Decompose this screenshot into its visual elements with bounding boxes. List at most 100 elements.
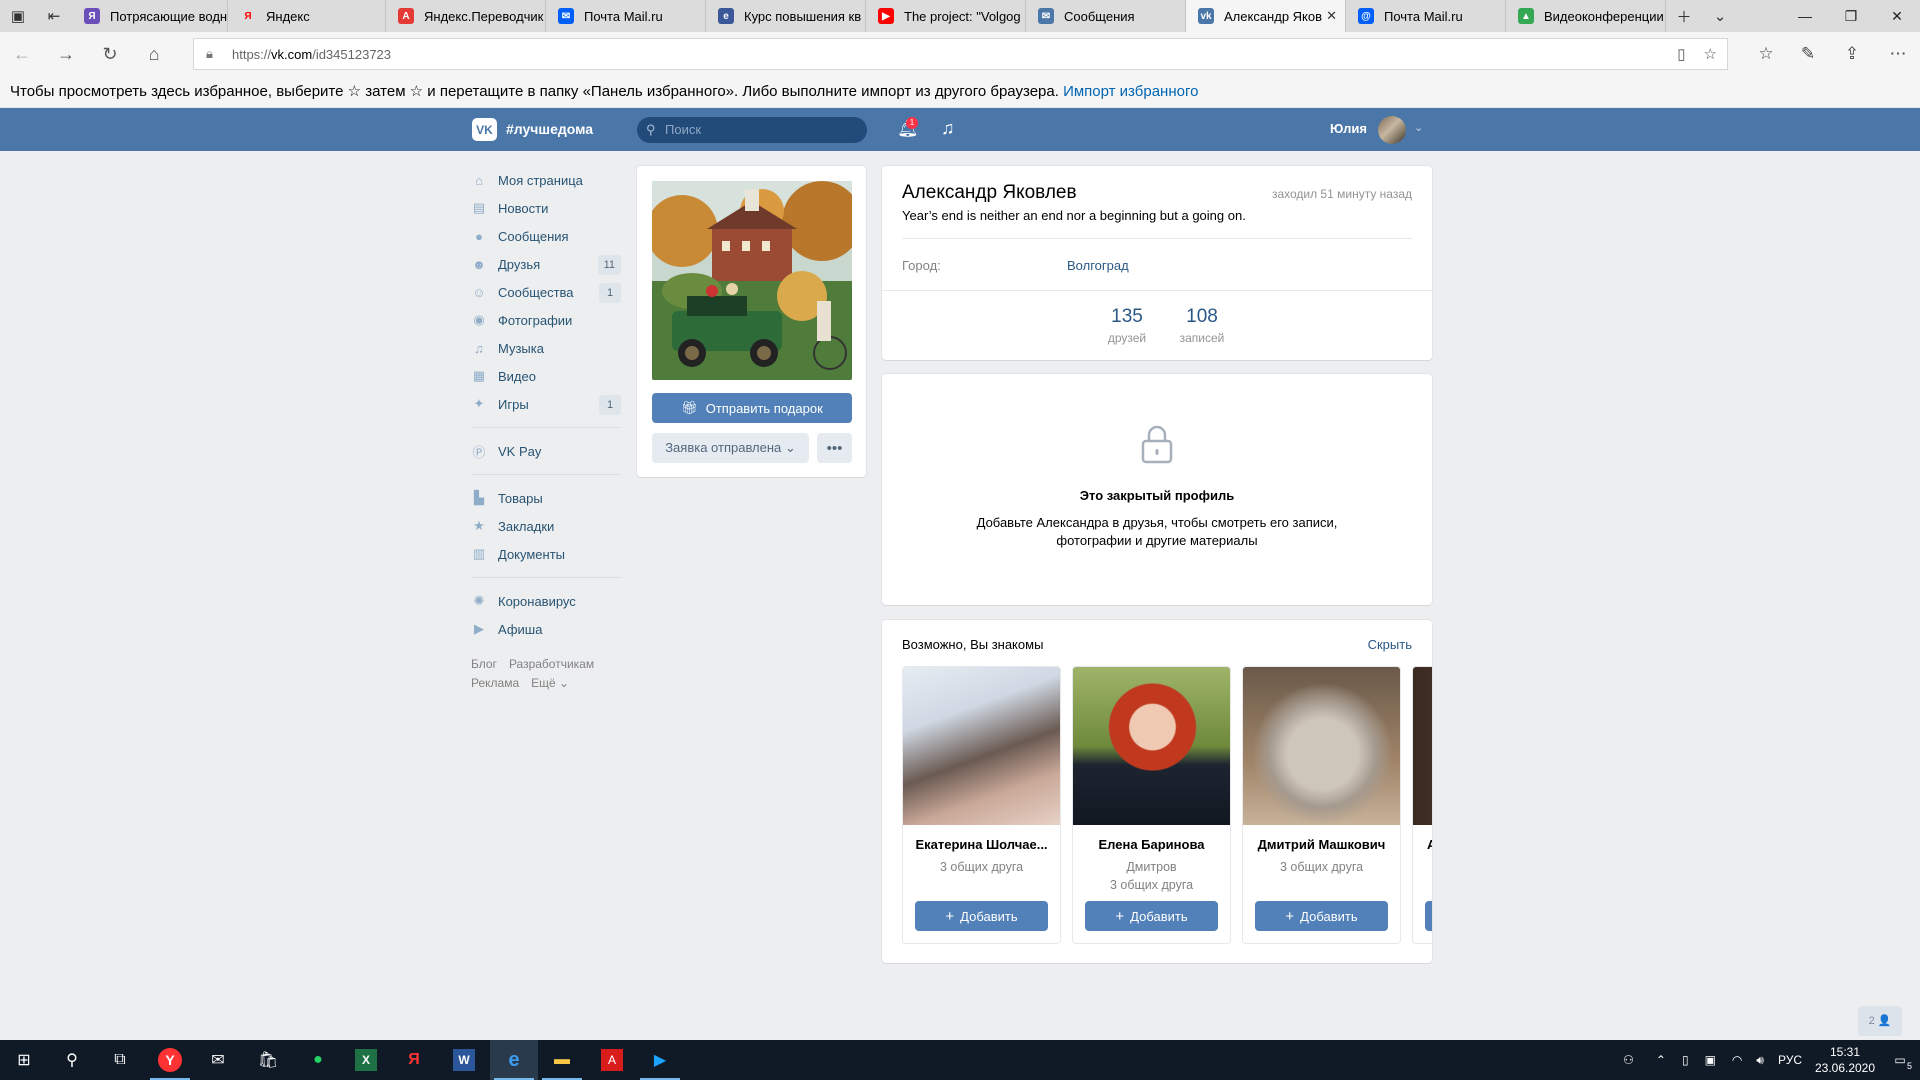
web-note-icon[interactable]: ✎ <box>1788 32 1828 76</box>
acrobat-icon[interactable]: A <box>588 1040 636 1080</box>
video-app-icon[interactable]: ▶ <box>636 1040 684 1080</box>
tab-8-active[interactable]: vk Александр Яков ✕ <box>1186 0 1346 32</box>
tab-1[interactable]: Я Потрясающие водн <box>72 0 228 32</box>
whatsapp-icon[interactable]: ● <box>294 1040 342 1080</box>
suggestion-photo[interactable] <box>1413 667 1432 825</box>
menu-item-news[interactable]: ▤ Новости <box>471 194 621 222</box>
send-gift-button[interactable]: 🎁︎ Отправить подарок <box>652 393 852 423</box>
menu-item-home[interactable]: ⌂ Моя страница <box>471 166 621 194</box>
city-link[interactable]: Волгоград <box>1067 258 1129 273</box>
minimize-icon[interactable]: — <box>1782 0 1828 32</box>
tab-3[interactable]: A Яндекс.Переводчик <box>386 0 546 32</box>
input-language[interactable]: РУС <box>1778 1053 1802 1067</box>
vk-logo-icon[interactable]: VK <box>472 118 497 141</box>
tab-6[interactable]: ▶ The project: "Volgog <box>866 0 1026 32</box>
menu-item-games[interactable]: ✦ Игры 1 <box>471 390 621 418</box>
edge-browser-icon[interactable]: e <box>490 1040 538 1080</box>
store-icon[interactable]: 🛍︎ <box>244 1040 292 1080</box>
restore-icon[interactable]: ❐ <box>1828 0 1874 32</box>
add-friend-button[interactable] <box>1425 901 1432 931</box>
footer-link-developers[interactable]: Разработчикам <box>509 657 594 671</box>
word-icon[interactable]: W <box>440 1040 488 1080</box>
tab-2[interactable]: Я Яндекс <box>228 0 386 32</box>
tab-10[interactable]: ▲ Видеоконференции <box>1506 0 1666 32</box>
suggestion-photo[interactable] <box>1243 667 1400 825</box>
menu-item-coronavirus[interactable]: ✺ Коронавирус <box>471 587 621 615</box>
footer-link-more[interactable]: Ещё ⌄ <box>531 676 569 690</box>
stat-friends[interactable]: 135 друзей <box>1092 306 1162 345</box>
menu-item-messages[interactable]: ● Сообщения <box>471 222 621 250</box>
clock[interactable]: 15:31 23.06.2020 <box>1810 1044 1880 1076</box>
start-windows-icon[interactable]: ⊞ <box>0 1040 48 1080</box>
excel-icon[interactable]: X <box>342 1040 390 1080</box>
menu-item-music[interactable]: ♫ Музыка <box>471 334 621 362</box>
url-field[interactable]: 🔒︎ https://vk.com/id345123723 ▯ ☆ <box>193 38 1728 70</box>
menu-item-video[interactable]: ▦ Видео <box>471 362 621 390</box>
refresh-icon[interactable]: ↻ <box>88 44 132 65</box>
stat-posts[interactable]: 108 записей <box>1167 306 1237 345</box>
search-icon[interactable]: ⚲ <box>48 1040 96 1080</box>
wifi-icon[interactable]: ◠ <box>1732 1053 1742 1067</box>
hide-suggestions-link[interactable]: Скрыть <box>1368 637 1412 652</box>
user-menu-chevron-icon[interactable]: ⌄ <box>1414 121 1423 134</box>
new-tab-icon[interactable]: ＋ <box>1666 0 1702 32</box>
file-explorer-icon[interactable]: ▬ <box>538 1040 586 1080</box>
tab-list-chevron-icon[interactable]: ⌄ <box>1702 0 1738 32</box>
tab-9[interactable]: @ Почта Mail.ru <box>1346 0 1506 32</box>
volume-icon[interactable]: 🔊︎ <box>1756 1053 1764 1068</box>
suggestion-card[interactable]: А <box>1412 666 1432 944</box>
forward-icon[interactable]: → <box>44 44 88 65</box>
reading-view-icon[interactable]: ▯ <box>1677 45 1685 63</box>
close-window-icon[interactable]: ✕ <box>1874 0 1920 32</box>
more-actions-button[interactable]: ••• <box>817 433 852 463</box>
tab-preview-icon[interactable]: ▣ <box>0 0 36 32</box>
menu-item-documents[interactable]: ▥ Документы <box>471 540 621 568</box>
menu-item-vkpay[interactable]: Ⓟ VK Pay <box>471 437 621 465</box>
suggestion-card[interactable]: Дмитрий Машкович 3 общих друга + Добавить <box>1242 666 1401 944</box>
show-hidden-icons-chevron-icon[interactable]: ⌃ <box>1656 1053 1666 1067</box>
people-icon[interactable]: ⚇ <box>1623 1053 1634 1067</box>
tab-4[interactable]: ✉ Почта Mail.ru <box>546 0 706 32</box>
yandex-icon[interactable]: Я <box>390 1040 438 1080</box>
share-icon[interactable]: ⇪ <box>1832 32 1872 76</box>
header-hashtag[interactable]: #лучшедома <box>506 121 593 137</box>
menu-item-afisha[interactable]: ▶ Афиша <box>471 615 621 643</box>
back-icon[interactable]: ← <box>0 44 44 65</box>
battery-icon[interactable]: ▯ <box>1682 1053 1689 1067</box>
suggestion-name[interactable]: А <box>1413 837 1432 852</box>
suggestion-photo[interactable] <box>903 667 1060 825</box>
footer-link-blog[interactable]: Блог <box>471 657 497 671</box>
menu-item-photos[interactable]: ◉ Фотографии <box>471 306 621 334</box>
add-friend-button[interactable]: + Добавить <box>915 901 1048 931</box>
menu-item-communities[interactable]: ☺ Сообщества 1 <box>471 278 621 306</box>
import-favorites-link[interactable]: Импорт избранного <box>1063 83 1198 100</box>
home-icon[interactable]: ⌂ <box>132 44 176 65</box>
close-tab-icon[interactable]: ✕ <box>1326 8 1337 24</box>
footer-link-ads[interactable]: Реклама <box>471 676 519 690</box>
suggestion-name[interactable]: Екатерина Шолчае... <box>903 837 1060 852</box>
music-player-icon[interactable]: ♫ <box>941 118 955 139</box>
menu-item-friends[interactable]: ☻ Друзья 11 <box>471 250 621 278</box>
network-icon[interactable]: ▣ <box>1705 1053 1716 1067</box>
tab-5[interactable]: e Курс повышения кв <box>706 0 866 32</box>
user-name[interactable]: Юлия <box>1330 121 1367 136</box>
menu-item-goods[interactable]: ▙ Товары <box>471 484 621 512</box>
task-view-icon[interactable]: ⧉ <box>96 1040 144 1080</box>
set-aside-tabs-icon[interactable]: ⇤ <box>36 0 72 32</box>
yandex-browser-icon[interactable]: Y <box>146 1040 194 1080</box>
suggestion-card[interactable]: Екатерина Шолчае... 3 общих друга + Добав… <box>902 666 1061 944</box>
suggestion-name[interactable]: Елена Баринова <box>1073 837 1230 852</box>
tab-7[interactable]: ✉ Сообщения <box>1026 0 1186 32</box>
request-sent-button[interactable]: Заявка отправлена ⌄ <box>652 433 809 463</box>
mail-app-icon[interactable]: ✉ <box>194 1040 242 1080</box>
user-avatar[interactable] <box>1378 116 1406 144</box>
menu-item-bookmarks[interactable]: ★ Закладки <box>471 512 621 540</box>
suggestion-photo[interactable] <box>1073 667 1230 825</box>
profile-photo[interactable] <box>652 181 852 380</box>
add-friend-button[interactable]: + Добавить <box>1085 901 1218 931</box>
suggestion-name[interactable]: Дмитрий Машкович <box>1243 837 1400 852</box>
more-options-icon[interactable]: ⋯ <box>1878 32 1918 76</box>
suggestion-card[interactable]: Елена Баринова Дмитров 3 общих друга + До… <box>1072 666 1231 944</box>
action-center-icon[interactable]: ▭ 5 <box>1880 1053 1920 1071</box>
add-friend-button[interactable]: + Добавить <box>1255 901 1388 931</box>
